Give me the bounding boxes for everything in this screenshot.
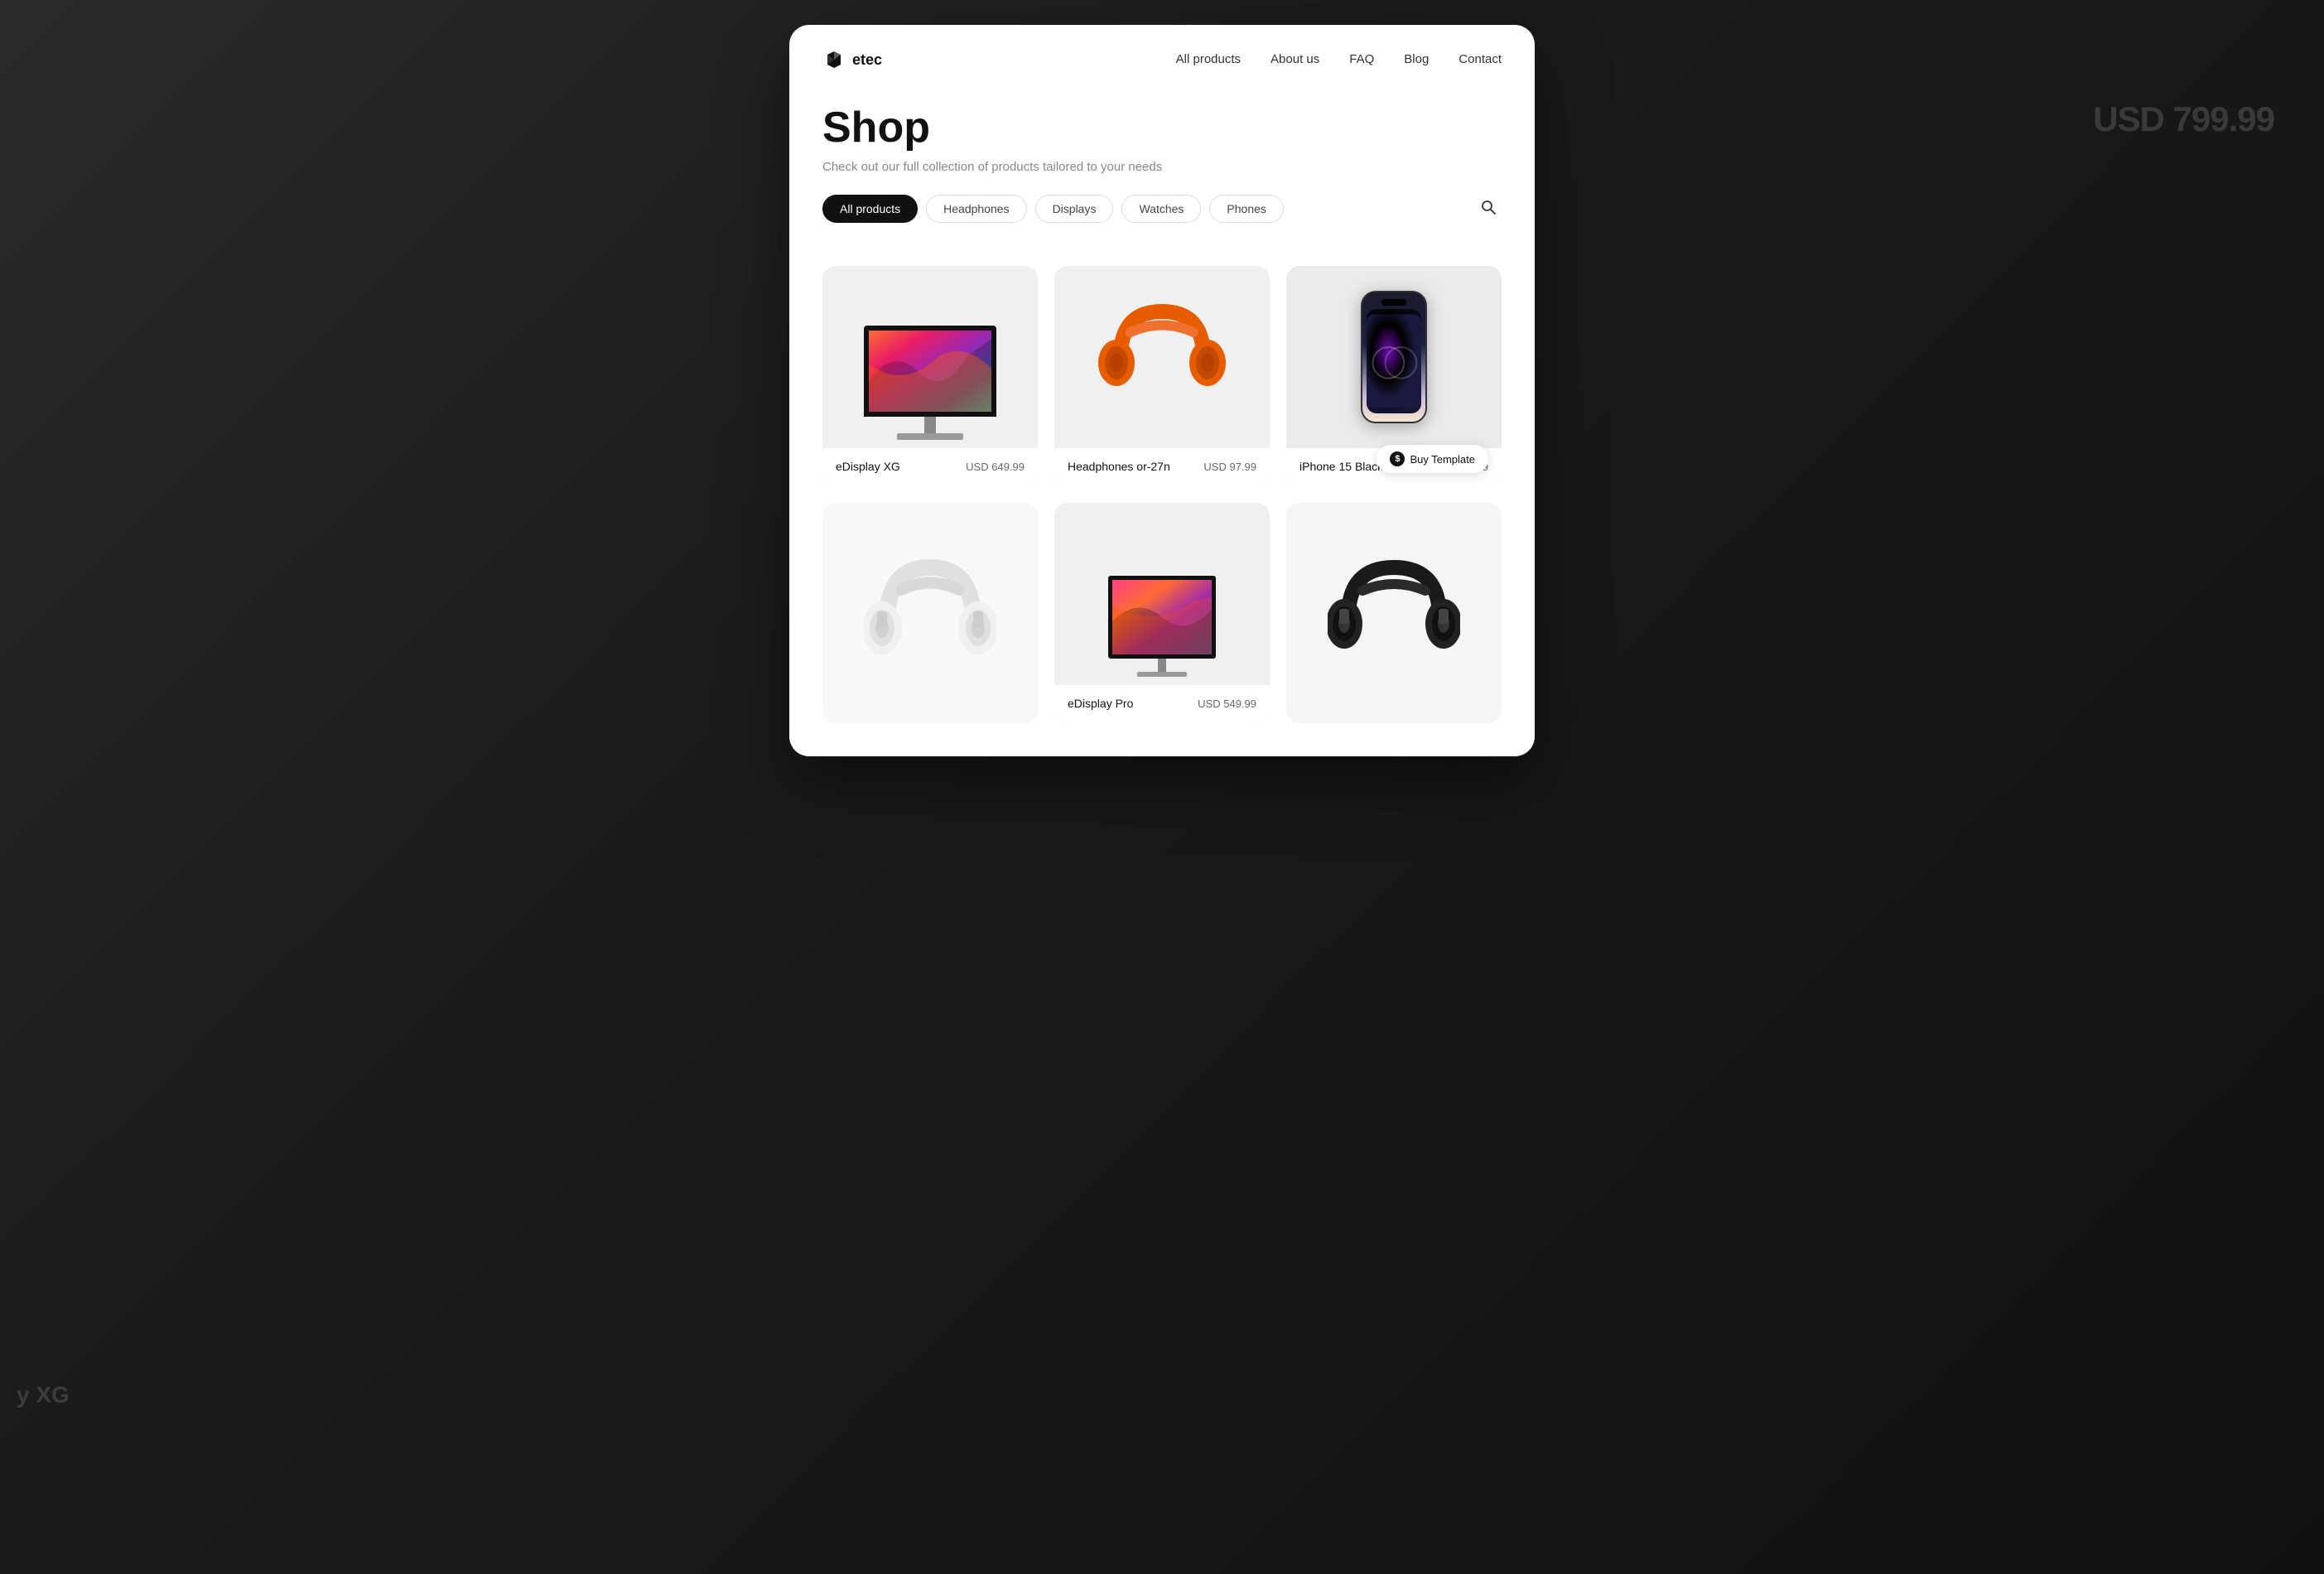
logo[interactable]: etec (822, 48, 882, 71)
iphone-notch (1381, 299, 1406, 306)
navigation: etec All products About us FAQ Blog Cont… (789, 25, 1535, 88)
product-image-headphones-white (822, 503, 1038, 723)
nav-links: All products About us FAQ Blog Contact (1176, 52, 1502, 67)
product-info-headphones-orange: Headphones or-27n USD 97.99 (1054, 448, 1270, 486)
main-card: etec All products About us FAQ Blog Cont… (789, 25, 1535, 756)
monitor2-screen (1108, 576, 1216, 659)
nav-link-all-products[interactable]: All products (1176, 52, 1241, 66)
iphone-screen (1367, 309, 1421, 413)
monitor-stand-base (897, 433, 963, 440)
filter-btn-watches[interactable]: Watches (1121, 195, 1201, 223)
iphone-illustration (1286, 266, 1502, 448)
product-card-headphones-black[interactable]: Headphones Black USD 89.99 (1286, 503, 1502, 723)
product-card-headphones-white[interactable]: Headphones White USD 79.99 (822, 503, 1038, 723)
filter-btn-displays[interactable]: Displays (1035, 195, 1114, 223)
products-grid: eDisplay XG USD 649.99 (789, 266, 1535, 723)
product-image-edisplay-2 (1054, 503, 1270, 685)
nav-link-blog[interactable]: Blog (1404, 52, 1429, 66)
product-image-headphones-orange (1054, 266, 1270, 448)
product-price-headphones-orange: USD 97.99 (1203, 461, 1256, 473)
logo-icon (822, 48, 846, 71)
filter-btn-phones[interactable]: Phones (1209, 195, 1283, 223)
nav-link-contact[interactable]: Contact (1459, 52, 1502, 66)
background-price-text: USD 799.99 (2093, 99, 2274, 139)
nav-item-faq[interactable]: FAQ (1349, 52, 1374, 67)
product-card-edisplay-2[interactable]: eDisplay Pro USD 549.99 (1054, 503, 1270, 723)
product-image-edisplay-xg (822, 266, 1038, 448)
product-card-headphones-orange[interactable]: Headphones or-27n USD 97.99 (1054, 266, 1270, 486)
buy-template-label: Buy Template (1410, 453, 1475, 466)
product-info-edisplay-xg: eDisplay XG USD 649.99 (822, 448, 1038, 486)
monitor-stand-neck (924, 417, 936, 433)
monitor2-illustration (1108, 576, 1216, 677)
search-button[interactable] (1475, 194, 1502, 223)
product-card-iphone[interactable]: iPhone 15 Black USD 799.99 $ Buy Templat… (1286, 266, 1502, 486)
product-image-headphones-black (1286, 503, 1502, 723)
monitor2-neck (1158, 659, 1166, 672)
filter-btn-headphones[interactable]: Headphones (926, 195, 1026, 223)
product-info-edisplay-2: eDisplay Pro USD 549.99 (1054, 685, 1270, 723)
nav-item-all-products[interactable]: All products (1176, 52, 1241, 67)
headphone-white-svg (864, 538, 996, 688)
buy-template-button[interactable]: $ Buy Template (1377, 445, 1488, 473)
product-price-edisplay-xg: USD 649.99 (966, 461, 1025, 473)
product-name-headphones-orange: Headphones or-27n (1068, 460, 1170, 473)
product-name-iphone: iPhone 15 Black (1299, 460, 1383, 473)
logo-text: etec (852, 51, 882, 69)
headphone-orange-svg (1096, 287, 1228, 427)
headphone-black-svg (1328, 543, 1460, 683)
shop-subtitle: Check out our full collection of product… (822, 160, 1502, 174)
filter-buttons: All products Headphones Displays Watches… (822, 195, 1284, 223)
nav-item-about-us[interactable]: About us (1270, 52, 1319, 67)
filter-bar: All products Headphones Displays Watches… (822, 194, 1502, 223)
nav-link-about-us[interactable]: About us (1270, 52, 1319, 66)
product-name-edisplay-xg: eDisplay XG (836, 460, 900, 473)
shop-header: Shop Check out our full collection of pr… (789, 88, 1535, 266)
background-left-text: y XG (17, 1382, 70, 1408)
shop-title: Shop (822, 104, 1502, 152)
nav-item-contact[interactable]: Contact (1459, 52, 1502, 67)
monitor-illustration (822, 266, 1038, 448)
dollar-icon: $ (1390, 451, 1405, 466)
iphone-body (1361, 291, 1427, 423)
nav-link-faq[interactable]: FAQ (1349, 52, 1374, 66)
filter-btn-all[interactable]: All products (822, 195, 918, 223)
search-icon (1480, 199, 1497, 215)
monitor-screen (864, 326, 996, 417)
product-image-iphone (1286, 266, 1502, 448)
product-price-edisplay-2: USD 549.99 (1198, 698, 1256, 710)
product-card-edisplay-xg[interactable]: eDisplay XG USD 649.99 (822, 266, 1038, 486)
nav-item-blog[interactable]: Blog (1404, 52, 1429, 67)
product-name-edisplay-2: eDisplay Pro (1068, 697, 1133, 710)
monitor2-base (1137, 672, 1187, 677)
